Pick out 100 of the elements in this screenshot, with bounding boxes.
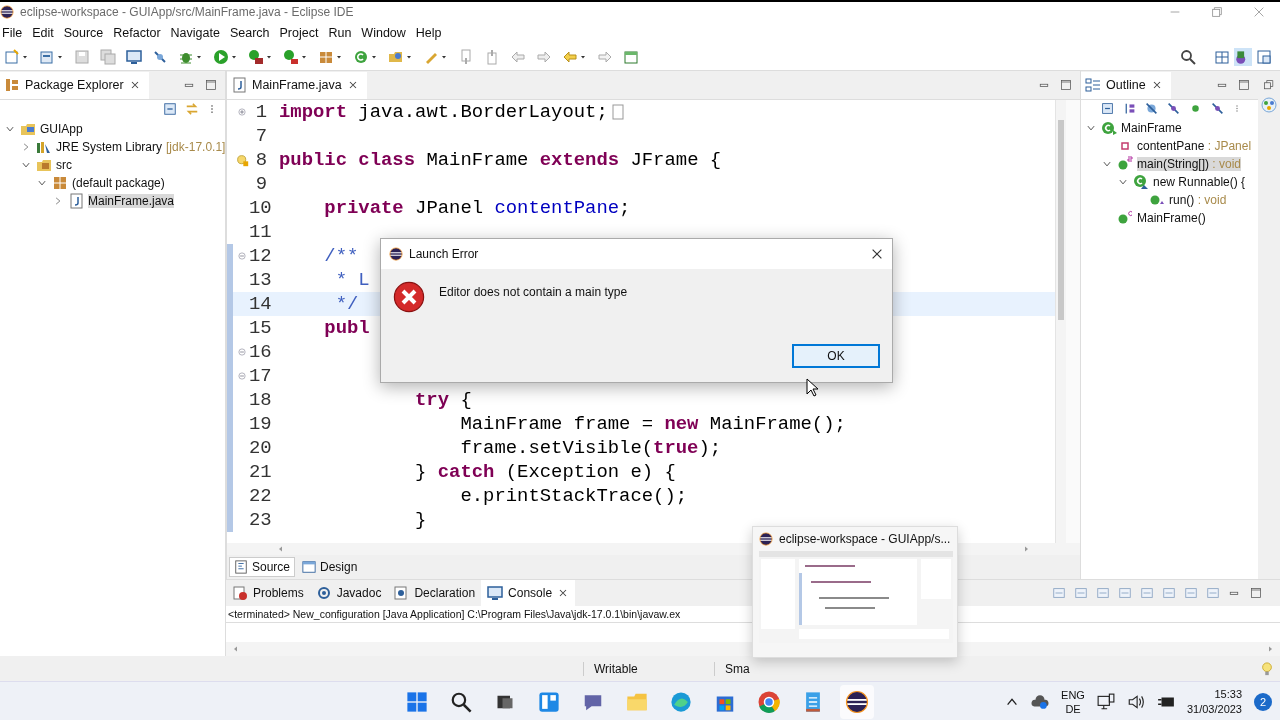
ok-button[interactable]: OK: [792, 344, 880, 368]
maximize-icon[interactable]: [1060, 79, 1072, 91]
menu-item[interactable]: Run: [326, 24, 352, 42]
dropdown-caret-icon[interactable]: [21, 53, 29, 61]
language-indicator[interactable]: ENG: [1061, 688, 1085, 702]
back-edit-icon[interactable]: [510, 49, 526, 65]
eclipse-button[interactable]: [840, 685, 874, 719]
menu-item[interactable]: Search: [227, 24, 270, 42]
clock-time[interactable]: 15:33: [1214, 687, 1242, 702]
link-editor-icon[interactable]: [185, 102, 199, 116]
monitor-icon[interactable]: [126, 49, 142, 65]
dropdown-caret-icon[interactable]: [230, 53, 238, 61]
maximize-icon[interactable]: [205, 79, 217, 91]
dropdown-caret-icon[interactable]: [370, 53, 378, 61]
fold-minus-icon[interactable]: [237, 371, 247, 381]
tree-item[interactable]: run() : void: [1081, 191, 1258, 209]
notification-badge[interactable]: 2: [1254, 693, 1272, 711]
dropdown-caret-icon[interactable]: [579, 53, 587, 61]
maximize-icon[interactable]: [1250, 587, 1262, 599]
dropdown-caret-icon[interactable]: [56, 53, 64, 61]
view-tab[interactable]: Outline: [1081, 71, 1171, 99]
open-folder-icon[interactable]: [388, 49, 404, 65]
dropdown-caret-icon[interactable]: [405, 53, 413, 61]
restore-view-icon[interactable]: [1263, 79, 1275, 91]
network-icon[interactable]: [1096, 693, 1115, 711]
java-browsing-icon[interactable]: [1256, 49, 1272, 65]
tree-item[interactable]: contentPane : JPanel: [1081, 137, 1258, 155]
menu-item[interactable]: Source: [61, 24, 104, 42]
fold-minus-icon[interactable]: [237, 251, 247, 261]
terminate-icon[interactable]: [1052, 586, 1066, 600]
tree-item[interactable]: MainFrame.java: [0, 192, 225, 210]
fold-plus-icon[interactable]: [237, 107, 247, 117]
fold-minus-icon[interactable]: [237, 347, 247, 357]
dropdown-caret-icon[interactable]: [195, 53, 203, 61]
scroll-left-icon[interactable]: [232, 645, 240, 653]
chevron-down-icon[interactable]: [1086, 123, 1096, 133]
panel-tab[interactable]: Javadoc: [309, 580, 388, 606]
editor-mode-tab[interactable]: Design: [297, 557, 363, 577]
menu-item[interactable]: Navigate: [168, 24, 220, 42]
collapse-all-icon[interactable]: [1101, 102, 1114, 115]
run-configuration-icon[interactable]: [248, 49, 264, 65]
hide-local-types-icon[interactable]: [1211, 102, 1224, 115]
menu-item[interactable]: File: [0, 24, 23, 42]
clock-date[interactable]: 31/03/2023: [1186, 702, 1242, 717]
show-console-icon[interactable]: [1162, 586, 1176, 600]
editor-mode-tab[interactable]: Source: [229, 557, 296, 577]
tree-item[interactable]: new Runnable() {: [1081, 173, 1258, 191]
menu-item[interactable]: Project: [277, 24, 319, 42]
panel-tab[interactable]: Console: [481, 580, 576, 606]
lightbulb-icon[interactable]: [1260, 661, 1274, 676]
external-tool-icon[interactable]: [283, 49, 299, 65]
close-icon[interactable]: [870, 247, 884, 261]
sort-icon[interactable]: [1123, 102, 1136, 115]
menu-item[interactable]: Window: [359, 24, 406, 42]
open-console-icon[interactable]: [1206, 586, 1220, 600]
save-all-icon[interactable]: [100, 49, 116, 65]
dropdown-caret-icon[interactable]: [265, 53, 273, 61]
menu-item[interactable]: Refactor: [111, 24, 161, 42]
scroll-right-icon[interactable]: [1022, 545, 1030, 553]
forward-edit-icon[interactable]: [536, 49, 552, 65]
chevron-down-icon[interactable]: [5, 124, 15, 134]
remove-launch-icon[interactable]: [1074, 586, 1088, 600]
clear-console-icon[interactable]: [1096, 586, 1110, 600]
new-project-icon[interactable]: [39, 49, 55, 65]
lightbulb-icon[interactable]: [235, 153, 249, 167]
speaker-icon[interactable]: [1126, 693, 1145, 711]
editor-tab[interactable]: MainFrame.java: [227, 71, 367, 99]
tree-item[interactable]: (default package): [0, 174, 225, 192]
next-annotation-icon[interactable]: [458, 49, 474, 65]
restore-icon[interactable]: [1210, 5, 1224, 19]
cloud-sync-icon[interactable]: [1031, 693, 1050, 711]
java-perspective-icon[interactable]: [1234, 48, 1252, 66]
chevron-right-icon[interactable]: [53, 196, 63, 206]
word-wrap-icon[interactable]: [1140, 586, 1154, 600]
dropdown-caret-icon[interactable]: [440, 53, 448, 61]
pin-console-icon[interactable]: [1184, 586, 1198, 600]
maximize-icon[interactable]: [1238, 79, 1250, 91]
forward-arrow-icon[interactable]: [597, 49, 613, 65]
menu-item[interactable]: Edit: [30, 24, 54, 42]
tree-item[interactable]: MainFrame: [1081, 119, 1258, 137]
search-icon[interactable]: [1180, 49, 1196, 65]
panel-tab[interactable]: Declaration: [387, 580, 482, 606]
previous-annotation-icon[interactable]: [484, 49, 500, 65]
view-tab[interactable]: Package Explorer: [0, 71, 149, 99]
panel-tab[interactable]: Problems: [226, 580, 310, 606]
skip-icon[interactable]: [152, 49, 168, 65]
tree-item[interactable]: MainFrame(): [1081, 209, 1258, 227]
new-window-icon[interactable]: [623, 49, 639, 65]
scroll-lock-icon[interactable]: [1118, 586, 1132, 600]
scroll-left-icon[interactable]: [277, 545, 285, 553]
hide-static-icon[interactable]: [1167, 102, 1180, 115]
dropdown-caret-icon[interactable]: [335, 53, 343, 61]
menu-item[interactable]: Help: [413, 24, 442, 42]
palette-icon[interactable]: [1261, 97, 1277, 113]
tree-item[interactable]: JRE System Library [jdk-17.0.1]: [0, 138, 225, 156]
tree-item[interactable]: main(String[]) : void: [1081, 155, 1258, 173]
hide-nonpublic-icon[interactable]: [1189, 102, 1202, 115]
collapse-all-icon[interactable]: [163, 102, 177, 116]
dropdown-caret-icon[interactable]: [300, 53, 308, 61]
hide-fields-icon[interactable]: [1145, 102, 1158, 115]
